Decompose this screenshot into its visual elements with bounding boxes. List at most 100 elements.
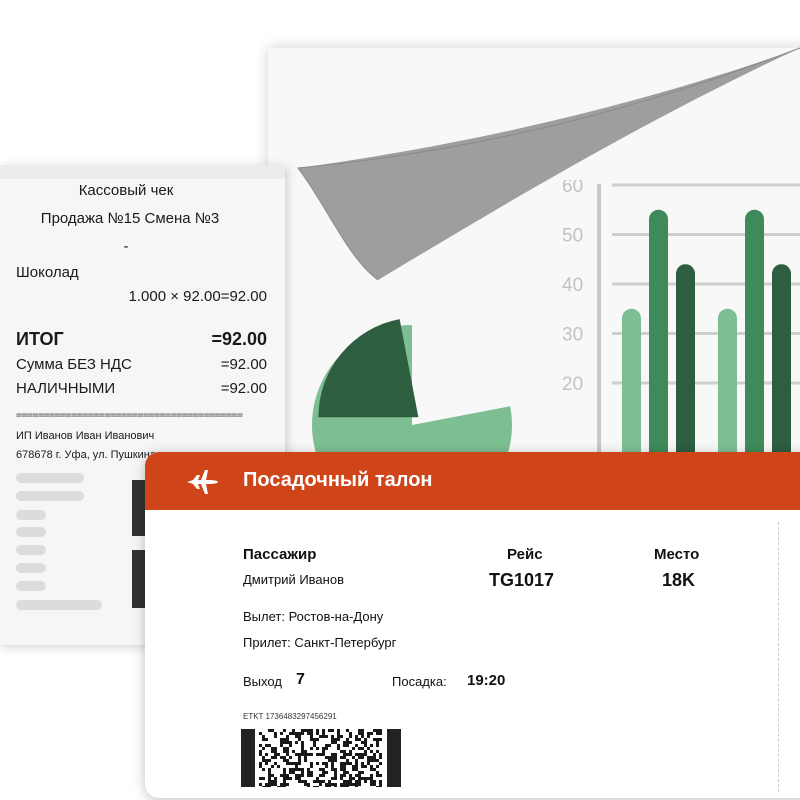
barcode-cell (295, 774, 298, 777)
barcode-cell (373, 780, 376, 783)
barcode-cell (283, 729, 286, 732)
barcode-cell (355, 786, 358, 787)
receipt-dark-block (132, 550, 146, 608)
barcode-cell (316, 747, 319, 750)
barcode-cell (289, 756, 292, 759)
barcode-cell (283, 786, 286, 787)
barcode-cell (301, 780, 304, 783)
receipt-item-calc: 1.000 × 92.00=92.00 (128, 288, 267, 305)
barcode-cell (310, 771, 313, 774)
barcode-cell (262, 747, 265, 750)
barcode-cell (361, 747, 364, 750)
y-axis-line (597, 184, 601, 460)
barcode-cell (268, 774, 271, 777)
barcode-cell (331, 738, 334, 741)
barcode-cell (313, 780, 316, 783)
barcode-cell (286, 762, 289, 765)
barcode-cell (367, 777, 370, 780)
barcode-cell (364, 750, 367, 753)
barcode-cell (310, 732, 313, 735)
barcode-cell (301, 753, 304, 756)
gate-number: 7 (296, 671, 305, 688)
barcode-cell (307, 732, 310, 735)
barcode-cell (367, 747, 370, 750)
barcode-cell (325, 735, 328, 738)
barcode-cell (334, 783, 337, 786)
barcode-cell (328, 783, 331, 786)
receipt-item: Шоколад (16, 264, 79, 281)
barcode-cell (286, 750, 289, 753)
barcode-cell (337, 738, 340, 741)
barcode-cell (325, 786, 328, 787)
barcode-cell (343, 774, 346, 777)
boarding-pass-title: Посадочный талон (243, 469, 433, 491)
barcode-cell (301, 741, 304, 744)
airplane-icon (187, 470, 218, 494)
bar (649, 209, 668, 460)
barcode-cell (373, 753, 376, 756)
barcode-cell (262, 735, 265, 738)
barcode-cell (355, 765, 358, 768)
barcode-cell (346, 780, 349, 783)
barcode-cell (316, 786, 319, 787)
barcode-cell (322, 729, 325, 732)
barcode-cell (307, 783, 310, 786)
barcode-cell (334, 768, 337, 771)
barcode-cell (280, 786, 283, 787)
eticket-number: ETKT 1736483297456291 (243, 712, 337, 721)
barcode-cell (370, 765, 373, 768)
bar (718, 308, 737, 460)
barcode-cell (325, 765, 328, 768)
receipt-placeholder-line (16, 473, 84, 483)
receipt-placeholder-line (16, 527, 46, 537)
barcode-cell (310, 735, 313, 738)
receipt-placeholder-line (16, 491, 84, 501)
pie-chart (312, 319, 512, 525)
barcode-cell (343, 744, 346, 747)
barcode-cell (289, 768, 292, 771)
barcode-cell (340, 765, 343, 768)
barcode-cell (295, 732, 298, 735)
barcode-cell (310, 753, 313, 756)
barcode-cell (262, 759, 265, 762)
barcode-cell (337, 729, 340, 732)
barcode-cell (334, 777, 337, 780)
barcode-cell (343, 768, 346, 771)
barcode-cell (322, 771, 325, 774)
barcode-cell (376, 771, 379, 774)
barcode-cell (286, 735, 289, 738)
barcode-cell (352, 747, 355, 750)
barcode-cell (343, 762, 346, 765)
receipt-dark-block (132, 480, 146, 536)
barcode-cell (328, 786, 331, 787)
barcode-cell (334, 771, 337, 774)
barcode-cell (352, 756, 355, 759)
barcode-cell (376, 786, 379, 787)
barcode-cell (262, 777, 265, 780)
barcode-cell (340, 768, 343, 771)
barcode-cell (355, 774, 358, 777)
receipt-cash-value: =92.00 (220, 380, 267, 397)
passenger-label: Пассажир (243, 546, 317, 563)
barcode (241, 729, 401, 787)
barcode-cell (367, 756, 370, 759)
barcode-cell (301, 750, 304, 753)
barcode-cell (340, 756, 343, 759)
barcode-cell (298, 753, 301, 756)
barcode-cell (355, 762, 358, 765)
barcode-cell (379, 780, 382, 783)
barcode-cell (271, 747, 274, 750)
barcode-cell (331, 756, 334, 759)
barcode-cell (346, 771, 349, 774)
barcode-cell (346, 783, 349, 786)
barcode-cell (283, 759, 286, 762)
barcode-cell (259, 750, 262, 753)
barcode-cell (295, 753, 298, 756)
barcode-cell (274, 750, 277, 753)
barcode-cell (301, 744, 304, 747)
barcode-cell (292, 768, 295, 771)
barcode-cell (280, 756, 283, 759)
barcode-cell (334, 738, 337, 741)
barcode-cell (325, 756, 328, 759)
barcode-cell (268, 759, 271, 762)
